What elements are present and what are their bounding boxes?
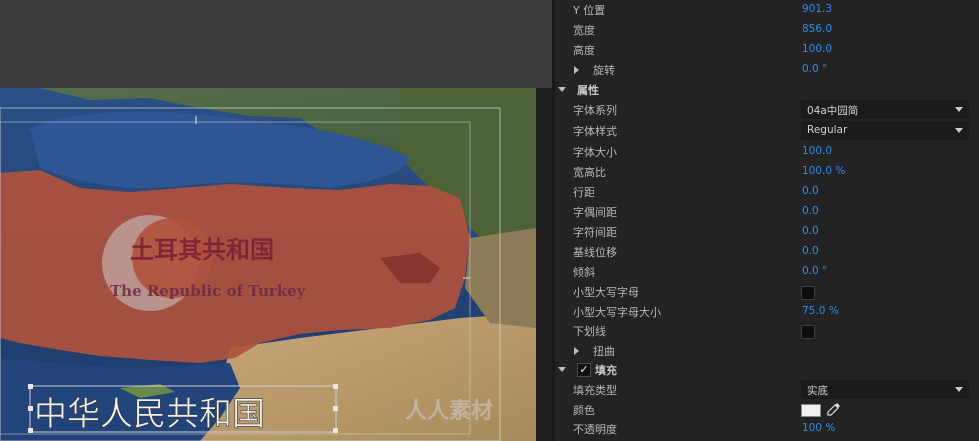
effect-controls-panel: Y 位置 901.3 宽度 856.0 高度 100.0 旋转 0.0 ° 属性…: [555, 0, 979, 441]
kerning-label: 字偶间距: [573, 206, 617, 219]
font-size-value[interactable]: 100.0: [802, 145, 832, 157]
height-value[interactable]: 100.0: [802, 43, 832, 55]
baseline-shift-row: 基线位移 0.0: [555, 242, 979, 262]
opacity-label: 不透明度: [573, 423, 617, 436]
watermark-text: 人人素材: [405, 398, 493, 424]
map-title-en: The Republic of Turkey: [110, 282, 307, 300]
fill-section-label: 填充: [595, 364, 617, 377]
program-monitor: 土耳其共和国 The Republic of Turkey 人人素材 中华人民共…: [0, 0, 552, 441]
leading-value[interactable]: 0.0: [802, 185, 819, 197]
map-image: 土耳其共和国 The Republic of Turkey 人人素材 中华人民共…: [0, 88, 536, 441]
aspect-value[interactable]: 100.0 %: [802, 165, 845, 177]
chevron-down-icon: [955, 107, 963, 112]
rotation-value[interactable]: 0.0 °: [802, 63, 827, 75]
font-style-row: 字体样式 Regular: [555, 121, 979, 141]
kerning-row: 字偶间距 0.0: [555, 202, 979, 222]
small-caps-size-label: 小型大写字母大小: [573, 306, 661, 319]
distort-label: 扭曲: [593, 345, 615, 358]
rotation-row: 旋转 0.0 °: [555, 60, 979, 80]
small-caps-row: 小型大写字母: [555, 282, 979, 302]
baseline-shift-label: 基线位移: [573, 246, 617, 259]
slant-value[interactable]: 0.0 °: [802, 265, 827, 277]
fill-type-value: 实底: [807, 385, 828, 397]
font-size-row: 字体大小 100.0: [555, 142, 979, 162]
eyedropper-icon[interactable]: [827, 402, 841, 416]
attributes-section-label: 属性: [577, 84, 599, 97]
baseline-shift-value[interactable]: 0.0: [802, 245, 819, 257]
color-label: 颜色: [573, 404, 595, 417]
fill-enable-checkbox[interactable]: ✓: [577, 363, 591, 377]
tracking-value[interactable]: 0.0: [802, 225, 819, 237]
width-label: 宽度: [573, 24, 595, 37]
font-style-value: Regular: [807, 124, 848, 136]
aspect-label: 宽高比: [573, 166, 606, 179]
small-caps-checkbox[interactable]: [801, 286, 815, 300]
attributes-section-row[interactable]: 属性: [555, 80, 979, 100]
y-position-value[interactable]: 901.3: [802, 3, 832, 15]
y-position-label: Y 位置: [573, 4, 606, 17]
font-family-row: 字体系列 04a中园简: [555, 100, 979, 120]
small-caps-label: 小型大写字母: [573, 286, 639, 299]
font-family-value: 04a中园简: [807, 105, 859, 117]
width-row: 宽度 856.0: [555, 20, 979, 40]
aspect-row: 宽高比 100.0 %: [555, 162, 979, 182]
kerning-value[interactable]: 0.0: [802, 205, 819, 217]
color-row: 颜色: [555, 400, 979, 420]
height-label: 高度: [573, 44, 595, 57]
font-family-dropdown[interactable]: 04a中园简: [801, 100, 969, 119]
opacity-value[interactable]: 100 %: [802, 422, 835, 434]
collapse-arrow-icon[interactable]: [558, 367, 566, 372]
slant-row: 倾斜 0.0 °: [555, 262, 979, 282]
underline-row: 下划线: [555, 321, 979, 341]
map-title-cn: 土耳其共和国: [130, 235, 274, 264]
leading-label: 行距: [573, 186, 595, 199]
caption-text[interactable]: 中华人民共和国: [34, 394, 266, 434]
small-caps-size-value[interactable]: 75.0 %: [802, 305, 839, 317]
distort-row[interactable]: 扭曲: [555, 341, 979, 361]
small-caps-size-row: 小型大写字母大小 75.0 %: [555, 302, 979, 322]
height-row: 高度 100.0: [555, 40, 979, 60]
font-family-label: 字体系列: [573, 104, 617, 117]
leading-row: 行距 0.0: [555, 182, 979, 202]
expand-arrow-icon[interactable]: [574, 347, 579, 355]
underline-checkbox[interactable]: [801, 325, 815, 339]
font-style-label: 字体样式: [573, 125, 617, 138]
expand-arrow-icon[interactable]: [574, 66, 579, 74]
opacity-row: 不透明度 100 %: [555, 419, 979, 439]
underline-label: 下划线: [573, 325, 606, 338]
chevron-down-icon: [955, 387, 963, 392]
monitor-empty-area: [0, 0, 552, 88]
tracking-label: 字符间距: [573, 226, 617, 239]
font-size-label: 字体大小: [573, 146, 617, 159]
tracking-row: 字符间距 0.0: [555, 222, 979, 242]
slant-label: 倾斜: [573, 266, 595, 279]
monitor-scrollbar[interactable]: [536, 88, 552, 441]
fill-type-dropdown[interactable]: 实底: [801, 380, 969, 399]
y-position-row: Y 位置 901.3: [555, 0, 979, 20]
collapse-arrow-icon[interactable]: [558, 87, 566, 92]
rotation-label: 旋转: [593, 64, 615, 77]
width-value[interactable]: 856.0: [802, 23, 832, 35]
chevron-down-icon: [955, 128, 963, 133]
video-frame[interactable]: 土耳其共和国 The Republic of Turkey 人人素材 中华人民共…: [0, 88, 536, 441]
font-style-dropdown[interactable]: Regular: [801, 121, 969, 140]
fill-type-row: 填充类型 实底: [555, 380, 979, 400]
fill-section-row[interactable]: ✓ 填充: [555, 360, 979, 380]
color-swatch[interactable]: [801, 404, 821, 417]
fill-type-label: 填充类型: [573, 384, 617, 397]
